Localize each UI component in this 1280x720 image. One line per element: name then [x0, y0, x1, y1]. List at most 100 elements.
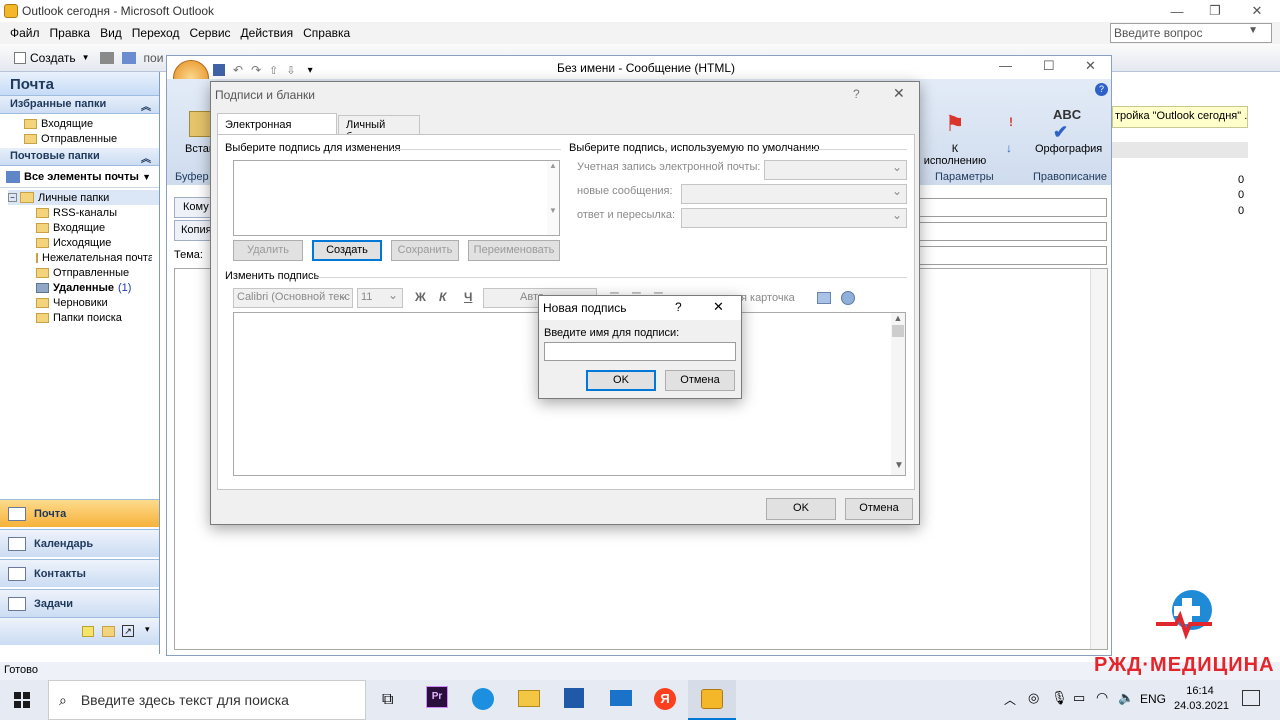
collapse-tree-icon[interactable]: −: [8, 193, 17, 202]
shortcuts-icon[interactable]: ↗: [122, 625, 134, 637]
folder-deleted[interactable]: Удаленные (1): [36, 280, 159, 295]
chevron-down-icon[interactable]: ▼: [1248, 25, 1258, 36]
save-icon[interactable]: [213, 64, 225, 76]
show-hidden-icons[interactable]: ︿: [1004, 691, 1016, 708]
italic-button[interactable]: К: [439, 290, 446, 304]
edge-icon[interactable]: [472, 688, 494, 710]
menu-help[interactable]: Справка: [303, 26, 350, 40]
cancel-button[interactable]: Отмена: [665, 370, 735, 391]
delete-button[interactable]: Удалить: [233, 240, 303, 261]
account-select[interactable]: [764, 160, 907, 180]
personal-folders[interactable]: − Личные папки: [8, 190, 159, 205]
nav-button-mail[interactable]: Почта: [0, 499, 159, 527]
menu-tools[interactable]: Сервис: [189, 26, 230, 40]
font-size-select[interactable]: 11: [357, 288, 403, 308]
close-icon[interactable]: ✕: [713, 299, 724, 315]
folder-outbox[interactable]: Исходящие: [36, 235, 159, 250]
signature-list[interactable]: [233, 160, 560, 236]
file-explorer-icon[interactable]: [518, 690, 540, 707]
premiere-icon[interactable]: Pr: [426, 686, 448, 708]
folder-inbox[interactable]: Входящие: [36, 220, 159, 235]
business-card-button[interactable]: я карточка: [741, 292, 795, 304]
save-button[interactable]: Сохранить: [391, 240, 459, 261]
language-indicator[interactable]: ENG: [1140, 692, 1166, 706]
nav-button-contacts[interactable]: Контакты: [0, 559, 159, 587]
menu-edit[interactable]: Правка: [50, 26, 91, 40]
menu-view[interactable]: Вид: [100, 26, 122, 40]
signature-name-input[interactable]: [544, 342, 736, 361]
folder-junk[interactable]: Нежелательная почта: [36, 250, 152, 265]
print-icon[interactable]: [99, 51, 114, 64]
to-field[interactable]: [918, 198, 1107, 217]
microphone-icon[interactable]: 🎙: [1051, 690, 1068, 706]
windows-start-icon[interactable]: [14, 692, 30, 708]
store-icon[interactable]: [564, 688, 584, 708]
outlook-taskbar-button[interactable]: [688, 680, 736, 720]
arrow-up-icon[interactable]: ⇧: [269, 64, 278, 77]
taskbar-search-box[interactable]: ⌕ Введите здесь текст для поиска: [48, 680, 366, 720]
task-view-icon[interactable]: ⧉: [382, 691, 393, 709]
cc-button[interactable]: Копия: [174, 220, 214, 241]
favorite-inbox[interactable]: Входящие: [24, 116, 159, 131]
help-search-input[interactable]: Введите вопрос ▼: [1110, 23, 1272, 43]
body-scrollbar[interactable]: [1090, 269, 1107, 649]
cc-field[interactable]: [918, 222, 1107, 241]
ok-button[interactable]: OK: [586, 370, 656, 391]
customize-qat-icon[interactable]: ▾: [308, 65, 313, 76]
insert-picture-icon[interactable]: [817, 292, 831, 304]
volume-icon[interactable]: 🔈: [1118, 690, 1134, 706]
insert-hyperlink-icon[interactable]: [841, 291, 855, 305]
cancel-button[interactable]: Отмена: [845, 498, 913, 520]
chevron-down-icon[interactable]: ▼: [894, 460, 904, 471]
menu-actions[interactable]: Действия: [241, 26, 294, 40]
redo-icon[interactable]: ↷: [251, 63, 261, 77]
font-select[interactable]: Calibri (Основной текс: [233, 288, 353, 308]
followup-flag-icon[interactable]: ⚑: [945, 111, 965, 137]
favorite-sent[interactable]: Отправленные: [24, 131, 159, 146]
restore-icon[interactable]: ❐: [1196, 0, 1234, 22]
to-button[interactable]: Кому: [174, 197, 214, 218]
folder-sent[interactable]: Отправленные: [36, 265, 159, 280]
high-importance-icon[interactable]: !: [1009, 115, 1013, 129]
bold-button[interactable]: Ж: [415, 290, 426, 304]
clock[interactable]: 16:14 24.03.2021: [1174, 684, 1229, 714]
menu-go[interactable]: Переход: [132, 26, 180, 40]
address-book-icon[interactable]: [121, 51, 136, 64]
chevron-down-icon[interactable]: ▼: [82, 53, 90, 62]
spelling-button[interactable]: Орфография: [1035, 143, 1102, 155]
collapse-icon[interactable]: ︽: [141, 98, 151, 113]
configure-buttons-icon[interactable]: ▾: [145, 624, 150, 635]
maximize-icon[interactable]: ☐: [1043, 58, 1055, 74]
nav-button-tasks[interactable]: Задачи: [0, 589, 159, 617]
minimize-icon[interactable]: —: [1158, 0, 1196, 22]
favorites-section[interactable]: Избранные папки ︽: [0, 96, 159, 114]
folder-drafts[interactable]: Черновики: [36, 295, 159, 310]
low-importance-icon[interactable]: ↓: [1006, 141, 1012, 155]
tab-personal-stationery[interactable]: Личный бланк: [338, 115, 420, 143]
yandex-icon[interactable]: Я: [654, 688, 676, 710]
nav-button-calendar[interactable]: Календарь: [0, 529, 159, 557]
underline-button[interactable]: Ч: [464, 290, 472, 304]
create-button[interactable]: Создать: [312, 240, 382, 261]
close-icon[interactable]: ✕: [1238, 0, 1276, 22]
folder-search[interactable]: Папки поиска: [36, 310, 159, 325]
close-icon[interactable]: ✕: [893, 85, 905, 102]
editor-scrollbar[interactable]: ▲: [891, 313, 905, 475]
folder-rss[interactable]: RSS-каналы: [36, 205, 159, 220]
help-icon[interactable]: ?: [1095, 83, 1108, 96]
ok-button[interactable]: OK: [766, 498, 836, 520]
reply-forward-select[interactable]: [681, 208, 907, 228]
subject-field[interactable]: [918, 246, 1107, 265]
help-icon[interactable]: ?: [675, 300, 682, 314]
new-messages-select[interactable]: [681, 184, 907, 204]
notes-icon[interactable]: [82, 626, 94, 637]
network-icon[interactable]: ▭: [1073, 690, 1085, 706]
help-icon[interactable]: ?: [853, 87, 860, 101]
rename-button[interactable]: Переименовать: [468, 240, 560, 261]
paste-icon[interactable]: [189, 111, 211, 137]
spelling-icon[interactable]: ABC ✔: [1053, 107, 1081, 143]
minimize-icon[interactable]: —: [999, 58, 1012, 73]
list-scrollbar[interactable]: ▲ ▼: [547, 161, 559, 235]
webcam-icon[interactable]: ◎: [1028, 690, 1039, 706]
collapse-icon[interactable]: ︽: [141, 150, 151, 165]
